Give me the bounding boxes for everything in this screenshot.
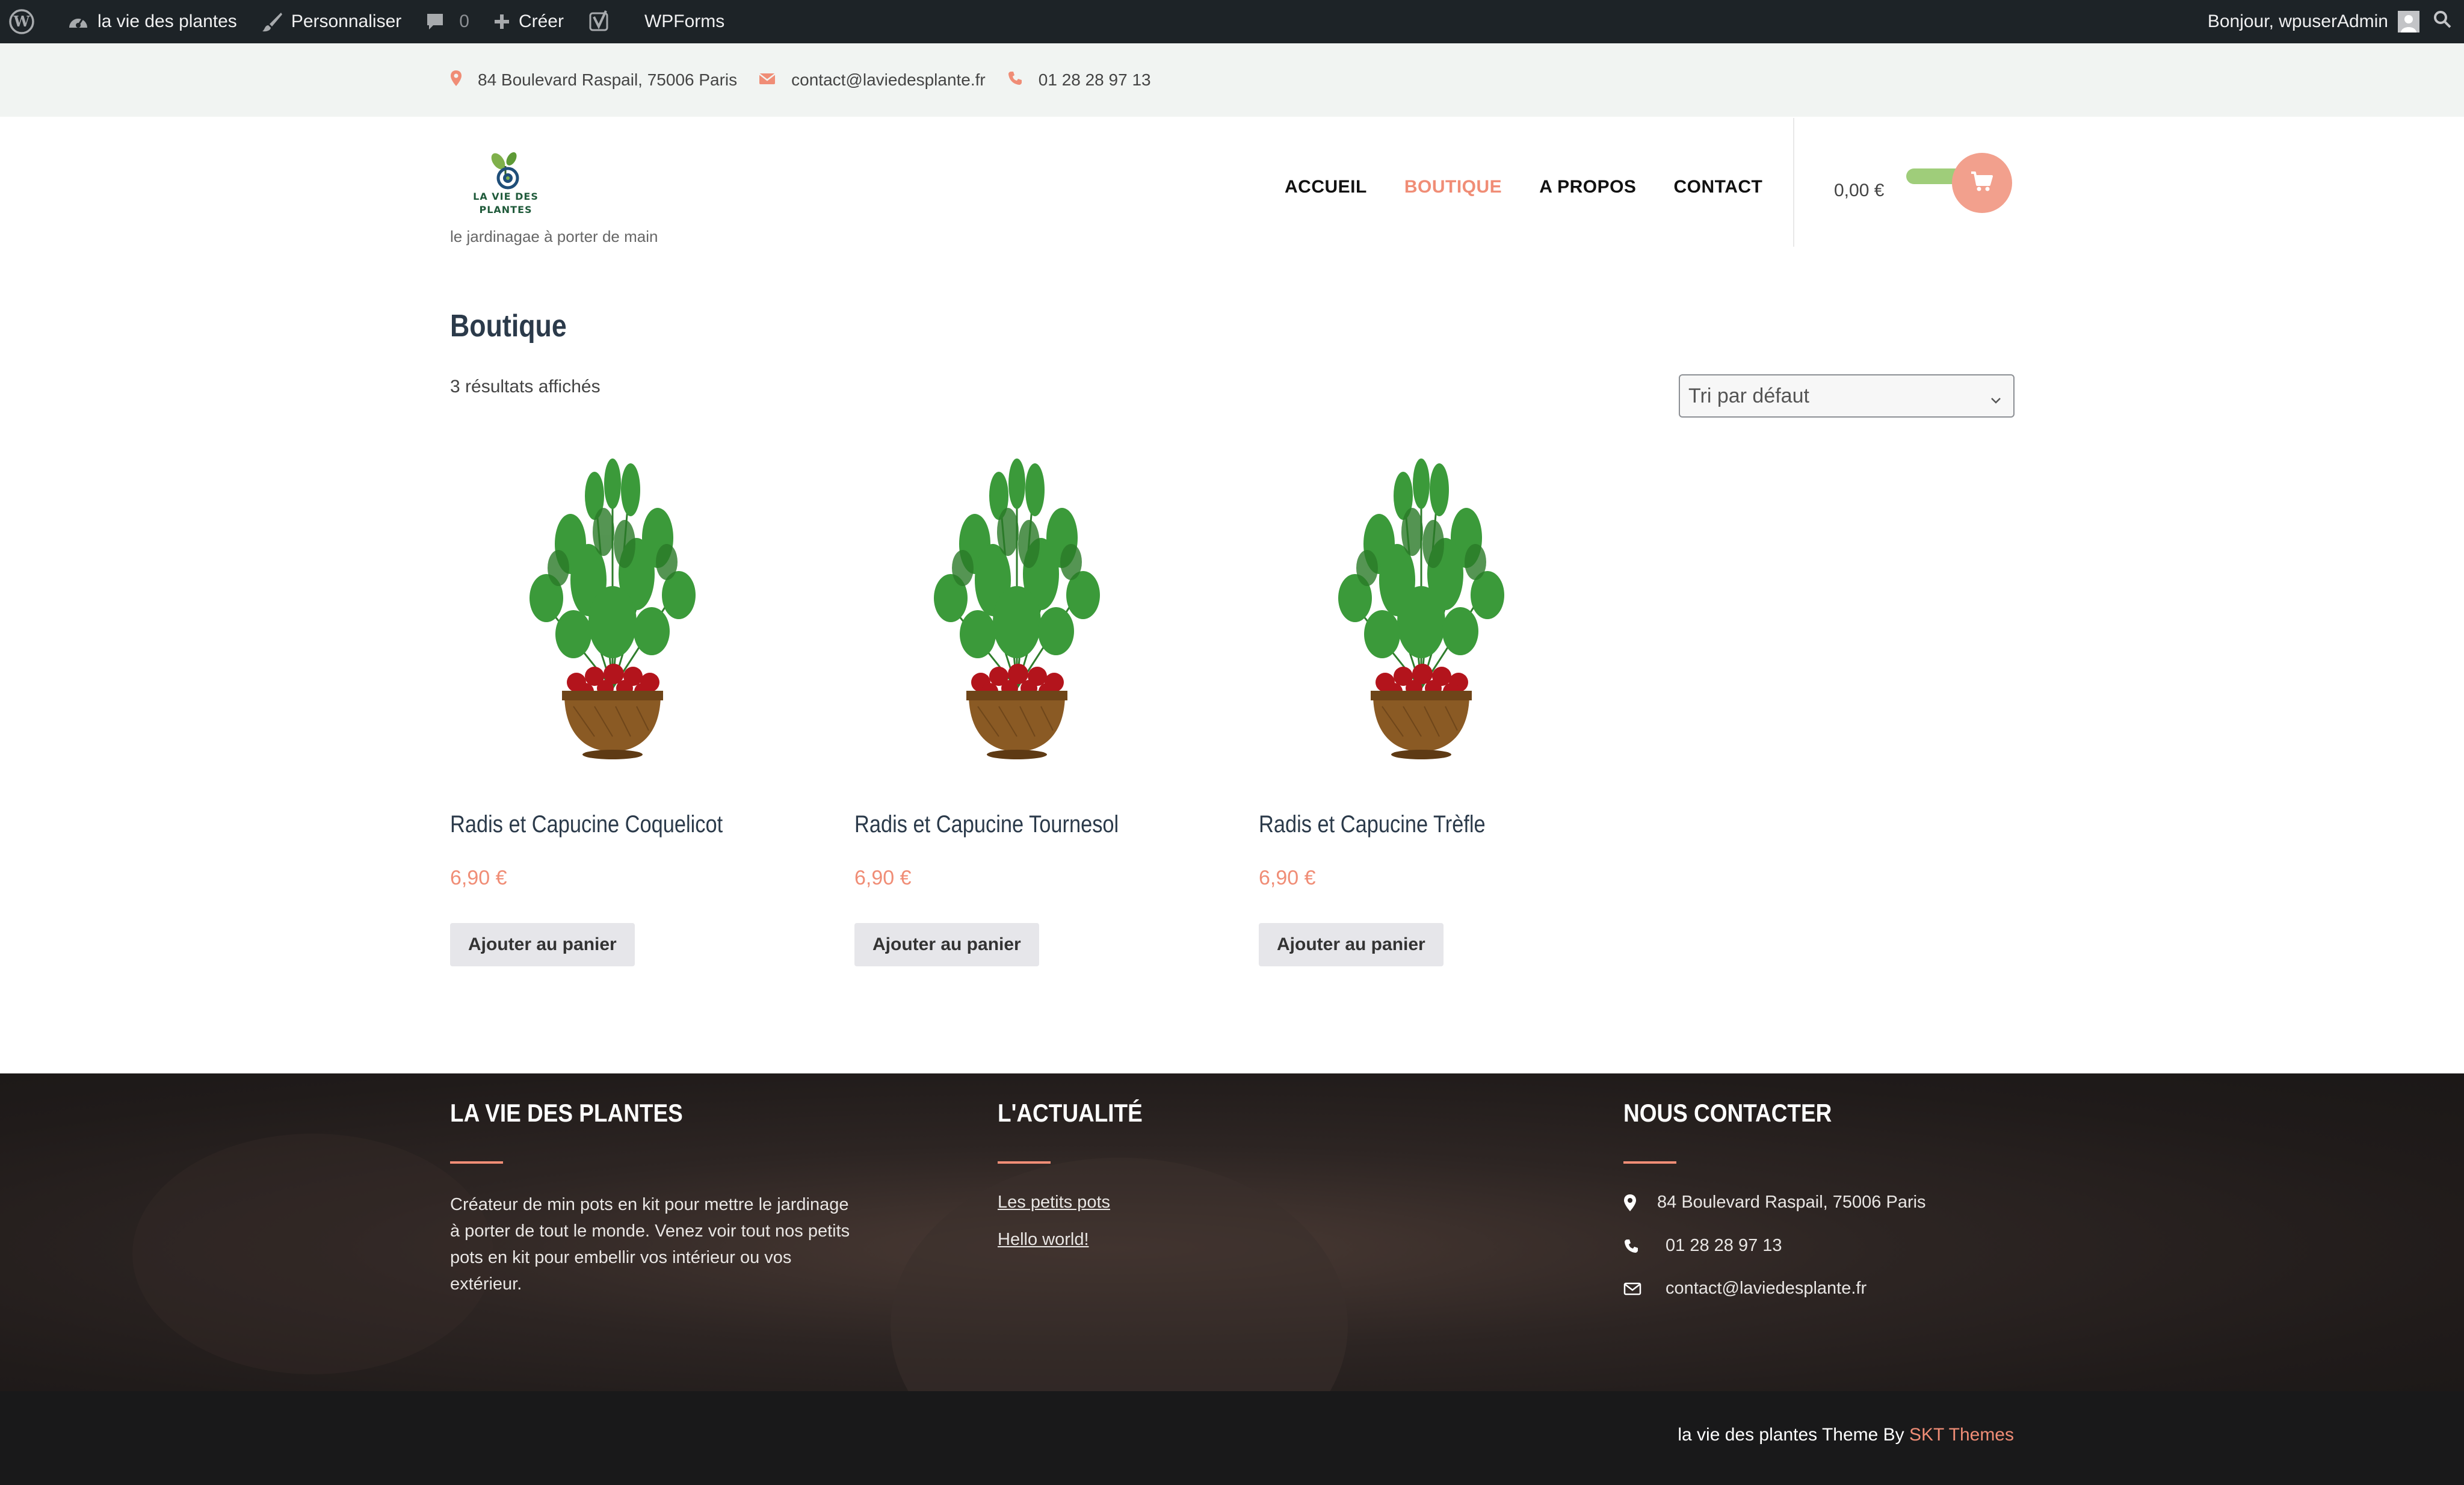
search-icon <box>2433 10 2452 34</box>
footer-phone[interactable]: 01 28 28 97 13 <box>1623 1236 1782 1256</box>
site-name-link[interactable]: la vie des plantes <box>67 0 237 43</box>
envelope-icon <box>759 70 776 90</box>
new-label: Créer <box>518 11 564 31</box>
sort-dropdown[interactable]: Tri par défaut <box>1679 374 2015 418</box>
phone-icon <box>1623 1238 1666 1254</box>
product-name[interactable]: Radis et Capucine Trèfle <box>1259 811 1486 838</box>
footer-contact-title: NOUS CONTACTER <box>1623 1099 1832 1127</box>
add-to-cart-button[interactable]: Ajouter au panier <box>1259 923 1444 966</box>
footer-title-underline <box>450 1161 503 1164</box>
map-pin-icon <box>1623 1194 1657 1212</box>
customize-label: Personnaliser <box>291 11 402 31</box>
nav-boutique[interactable]: BOUTIQUE <box>1404 177 1502 197</box>
footer-news-title: L'ACTUALITÉ <box>998 1099 1143 1127</box>
wpforms-menu[interactable]: WPForms <box>644 0 724 43</box>
footer-credits: la vie des plantes Theme By SKT Themes <box>1678 1425 2014 1445</box>
svg-text:W: W <box>13 13 31 30</box>
footer-background-shape <box>132 1134 493 1374</box>
credits-link[interactable]: SKT Themes <box>1909 1425 2014 1445</box>
footer-address: 84 Boulevard Raspail, 75006 Paris <box>1623 1193 1926 1212</box>
chevron-down-icon <box>1989 389 2002 412</box>
footer-news-link[interactable]: Les petits pots <box>998 1193 1110 1212</box>
logo-mark <box>491 152 519 190</box>
top-info-items: 84 Boulevard Raspail, 75006 Paris contac… <box>450 43 1155 117</box>
sort-selected-value: Tri par défaut <box>1688 384 1809 407</box>
topbar-phone[interactable]: 01 28 28 97 13 <box>1007 70 1151 90</box>
nav-contact[interactable]: CONTACT <box>1673 177 1762 197</box>
product-price: 6,90 € <box>1259 866 1316 889</box>
wordpress-menu[interactable]: W <box>8 0 43 43</box>
wpforms-label: WPForms <box>644 11 725 31</box>
page-title: Boutique <box>450 309 567 344</box>
logo-line-2: PLANTES <box>479 204 533 215</box>
brush-icon <box>261 11 283 32</box>
add-to-cart-button[interactable]: Ajouter au panier <box>854 923 1039 966</box>
site-header: LA VIE DES PLANTES le jardinagae à porte… <box>0 117 2464 259</box>
admin-bar-left: W la vie des plantes Personnaliser 0 Cré… <box>0 0 724 43</box>
site-name: la vie des plantes <box>97 11 237 31</box>
wordpress-icon: W <box>8 8 35 35</box>
footer-background-shape <box>891 1158 1348 1391</box>
footer-news-link[interactable]: Hello world! <box>998 1230 1089 1250</box>
cart-total[interactable]: 0,00 € <box>1834 181 1884 201</box>
topbar-phone-text: 01 28 28 97 13 <box>1038 70 1151 89</box>
nav-a-propos[interactable]: A PROPOS <box>1539 177 1636 197</box>
footer-bottom-bar: la vie des plantes Theme By SKT Themes <box>0 1391 2464 1485</box>
product-name[interactable]: Radis et Capucine Tournesol <box>854 811 1119 838</box>
footer-title-underline <box>1623 1161 1676 1164</box>
customize-link[interactable]: Personnaliser <box>261 0 401 43</box>
dashboard-icon <box>67 12 89 31</box>
topbar-email[interactable]: contact@laviedesplante.fr <box>759 70 986 90</box>
phone-icon <box>1007 70 1023 90</box>
footer-phone-text: 01 28 28 97 13 <box>1666 1236 1782 1255</box>
comments-count: 0 <box>459 11 469 31</box>
search-button[interactable] <box>2433 0 2452 43</box>
envelope-icon <box>1623 1282 1666 1296</box>
product-name[interactable]: Radis et Capucine Coquelicot <box>450 811 723 838</box>
topbar-address: 84 Boulevard Raspail, 75006 Paris <box>450 70 737 91</box>
footer-email[interactable]: contact@laviedesplante.fr <box>1623 1279 1867 1298</box>
product-image[interactable] <box>854 448 1179 773</box>
comments-link[interactable]: 0 <box>425 0 469 43</box>
new-content-link[interactable]: Créer <box>493 0 564 43</box>
main-navigation: ACCUEIL BOUTIQUE A PROPOS CONTACT <box>1285 177 1762 197</box>
yoast-menu[interactable] <box>588 0 620 43</box>
site-footer: LA VIE DES PLANTES Créateur de min pots … <box>0 1073 2464 1391</box>
logo-text: LA VIE DES PLANTES <box>446 190 566 217</box>
credits-text: la vie des plantes Theme By <box>1678 1425 1904 1445</box>
top-info-bar: 84 Boulevard Raspail, 75006 Paris contac… <box>0 43 2464 117</box>
footer-address-text: 84 Boulevard Raspail, 75006 Paris <box>1657 1193 1926 1212</box>
add-to-cart-button[interactable]: Ajouter au panier <box>450 923 635 966</box>
greeting-text: Bonjour, wpuserAdmin <box>2207 11 2388 31</box>
logo-line-1: LA VIE DES <box>473 191 539 202</box>
product-image[interactable] <box>1259 448 1584 773</box>
product-image[interactable] <box>450 448 775 773</box>
site-tagline: le jardinagae à porter de main <box>450 227 658 245</box>
cart-icon <box>1970 171 1994 196</box>
admin-bar: W la vie des plantes Personnaliser 0 Cré… <box>0 0 2464 43</box>
map-pin-icon <box>450 70 462 91</box>
product-price: 6,90 € <box>854 866 912 889</box>
comment-icon <box>425 12 445 31</box>
cart-button[interactable] <box>1952 153 2012 213</box>
admin-bar-right: Bonjour, wpuserAdmin <box>2208 0 2452 43</box>
footer-about-text: Créateur de min pots en kit pour mettre … <box>450 1195 850 1294</box>
footer-title-underline <box>998 1161 1051 1164</box>
result-count: 3 résultats affichés <box>450 377 601 397</box>
plus-icon <box>493 13 510 30</box>
site-logo[interactable]: LA VIE DES PLANTES <box>450 148 561 217</box>
footer-email-text: contact@laviedesplante.fr <box>1666 1279 1867 1298</box>
nav-accueil[interactable]: ACCUEIL <box>1285 177 1367 197</box>
footer-about-title: LA VIE DES PLANTES <box>450 1099 683 1127</box>
topbar-address-text: 84 Boulevard Raspail, 75006 Paris <box>478 70 738 89</box>
avatar-icon <box>2398 11 2419 32</box>
my-account-link[interactable]: Bonjour, wpuserAdmin <box>2208 0 2419 43</box>
product-price: 6,90 € <box>450 866 507 889</box>
topbar-email-text: contact@laviedesplante.fr <box>791 70 986 89</box>
yoast-icon <box>588 10 612 34</box>
header-divider <box>1793 118 1794 247</box>
